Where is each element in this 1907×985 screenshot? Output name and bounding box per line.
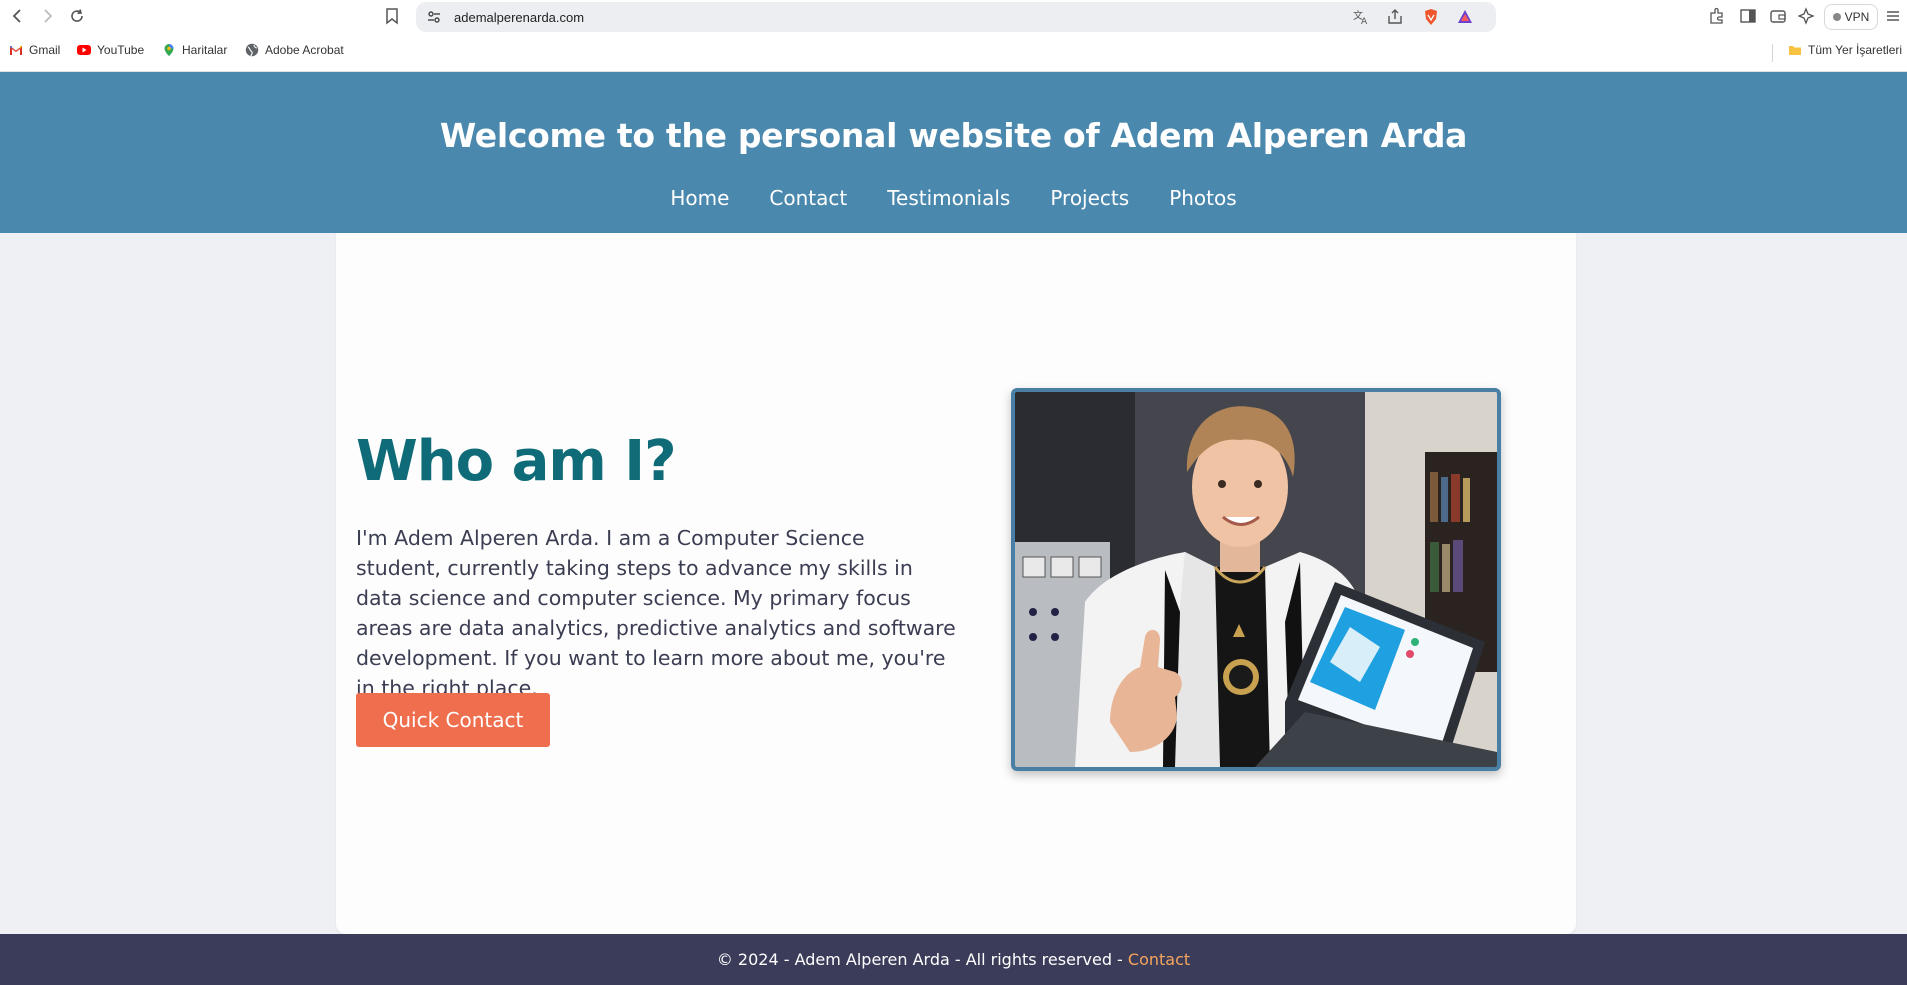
bookmark-label: YouTube [97, 43, 145, 57]
hero-heading: Who am I? [356, 429, 677, 494]
folder-icon [1789, 46, 1801, 55]
reload-icon[interactable] [67, 6, 87, 26]
bookmark-label: Haritalar [182, 43, 228, 57]
url-text[interactable]: ademalperenarda.com [454, 10, 584, 25]
share-icon[interactable] [1386, 8, 1404, 26]
address-bar[interactable]: ademalperenarda.com 文A [416, 2, 1496, 32]
nav-contact[interactable]: Contact [769, 186, 847, 210]
bookmark-gmail[interactable]: Gmail [9, 43, 60, 57]
site-settings-icon[interactable] [426, 9, 442, 25]
youtube-icon [77, 45, 91, 55]
bookmarks-divider [1772, 44, 1773, 62]
brave-rewards-icon[interactable] [1456, 8, 1474, 26]
vpn-label: VPN [1844, 10, 1870, 24]
footer-contact-link[interactable]: Contact [1128, 950, 1190, 969]
bookmarks-bar: Gmail YouTube Haritalar Adobe Acrobat Tü… [0, 34, 1907, 72]
vpn-button[interactable]: VPN [1824, 4, 1878, 30]
brave-shield-icon[interactable] [1422, 8, 1440, 26]
bookmark-icon[interactable] [384, 7, 400, 25]
translate-icon[interactable]: 文A [1352, 8, 1370, 27]
menu-icon[interactable] [1884, 7, 1902, 25]
extensions-icon[interactable] [1708, 7, 1726, 25]
bookmark-label: Adobe Acrobat [265, 43, 344, 57]
wallet-icon[interactable] [1769, 7, 1787, 25]
site-title: Welcome to the personal website of Adem … [439, 116, 1468, 155]
globe-icon [245, 43, 259, 57]
profile-photo-image [1015, 392, 1497, 767]
svg-text:A: A [1361, 17, 1368, 26]
gmail-icon [10, 46, 22, 55]
site-header: Welcome to the personal website of Adem … [0, 72, 1907, 233]
nav-photos[interactable]: Photos [1169, 186, 1236, 210]
hero-bio: I'm Adem Alperen Arda. I am a Computer S… [356, 526, 956, 700]
sidebar-icon[interactable] [1739, 7, 1757, 25]
forward-icon[interactable] [37, 6, 57, 26]
main-nav: Home Contact Testimonials Projects Photo… [0, 186, 1907, 210]
nav-home[interactable]: Home [670, 186, 729, 210]
hero-card: Who am I? I'm Adem Alperen Arda. I am a … [336, 233, 1576, 934]
all-bookmarks-label: Tüm Yer İşaretleri [1808, 43, 1903, 57]
bookmark-label: Gmail [29, 43, 61, 57]
nav-projects[interactable]: Projects [1050, 186, 1129, 210]
maps-icon [164, 44, 174, 56]
bookmark-maps[interactable]: Haritalar [162, 43, 227, 57]
leo-ai-icon[interactable] [1797, 7, 1816, 25]
footer-text: © 2024 - Adem Alperen Arda - All rights … [0, 950, 1907, 969]
profile-photo [1011, 388, 1501, 771]
bookmark-adobe-acrobat[interactable]: Adobe Acrobat [245, 43, 344, 57]
browser-toolbar: ademalperenarda.com 文A VPN [0, 0, 1907, 34]
back-icon[interactable] [8, 6, 28, 26]
copyright-text: © 2024 - Adem Alperen Arda - All rights … [716, 950, 1128, 969]
vpn-status-icon [1832, 13, 1841, 21]
nav-testimonials[interactable]: Testimonials [887, 186, 1010, 210]
quick-contact-button[interactable]: Quick Contact [356, 693, 550, 747]
all-bookmarks-folder[interactable]: Tüm Yer İşaretleri [1788, 43, 1902, 57]
bookmark-youtube[interactable]: YouTube [77, 43, 144, 57]
site-footer: © 2024 - Adem Alperen Arda - All rights … [0, 934, 1907, 985]
